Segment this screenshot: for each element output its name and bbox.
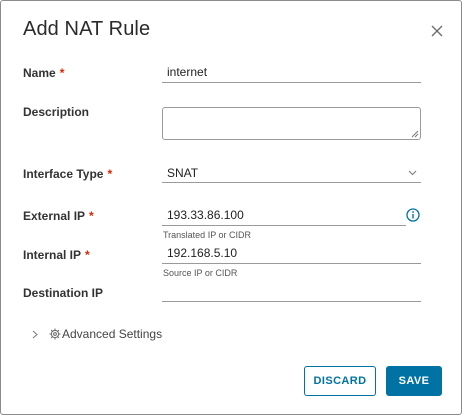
required-mark: * [59, 66, 65, 80]
info-icon[interactable] [406, 208, 420, 227]
destination-ip-label: Destination IP [23, 286, 104, 300]
interface-type-label-text: Interface Type [23, 167, 104, 181]
name-field[interactable]: internet [162, 62, 421, 83]
external-ip-field[interactable]: 193.33.86.100 [162, 205, 406, 226]
dialog-title: Add NAT Rule [23, 18, 151, 40]
chevron-right-icon [32, 330, 38, 339]
description-textarea[interactable] [162, 107, 421, 140]
interface-type-label: Interface Type * [23, 167, 112, 181]
internal-ip-value: 192.168.5.10 [167, 246, 238, 260]
external-ip-label: External IP * [23, 209, 94, 223]
destination-ip-field[interactable] [162, 281, 421, 302]
required-mark: * [85, 248, 90, 262]
external-ip-value: 193.33.86.100 [167, 208, 244, 222]
required-mark: * [89, 209, 94, 223]
name-label-text: Name [23, 66, 56, 80]
internal-ip-helper: Source IP or CIDR [163, 268, 238, 278]
close-button[interactable] [429, 23, 445, 39]
interface-type-select[interactable]: SNAT [162, 163, 421, 183]
internal-ip-label-text: Internal IP [23, 248, 82, 262]
close-icon[interactable] [429, 23, 445, 39]
save-button[interactable]: SAVE [386, 366, 442, 396]
interface-type-value: SNAT [167, 166, 199, 180]
resize-grip-icon[interactable] [411, 130, 419, 138]
description-label: Description [23, 105, 90, 119]
discard-button[interactable]: DISCARD [304, 366, 376, 396]
external-ip-label-text: External IP [23, 209, 86, 223]
gear-icon [49, 328, 61, 340]
name-value: internet [167, 65, 208, 79]
internal-ip-field[interactable]: 192.168.5.10 [162, 243, 421, 264]
chevron-down-icon [408, 170, 417, 176]
name-label: Name * [23, 66, 64, 80]
external-ip-helper: Translated IP or CIDR [163, 230, 252, 240]
internal-ip-label: Internal IP * [23, 248, 90, 262]
advanced-settings-label: Advanced Settings [62, 327, 163, 341]
required-mark: * [107, 167, 113, 181]
add-nat-rule-dialog: Add NAT Rule Name * internet Description … [0, 0, 462, 415]
